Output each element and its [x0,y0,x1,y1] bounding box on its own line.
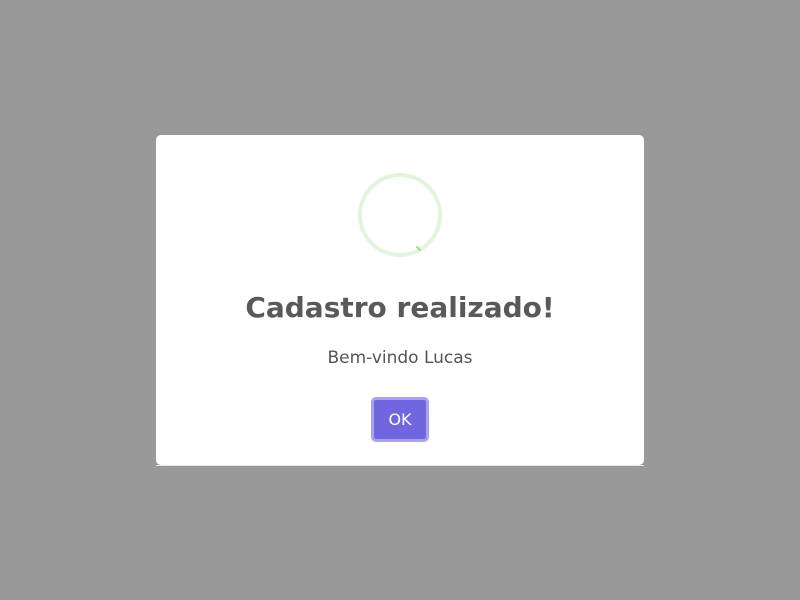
dialog-bottom-divider [156,465,644,466]
dialog-title: Cadastro realizado! [245,291,555,324]
success-dialog: Cadastro realizado! Bem-vindo Lucas OK [156,135,644,466]
success-check-icon [358,173,442,257]
ok-button[interactable]: OK [371,397,429,442]
dialog-message: Bem-vindo Lucas [327,348,473,368]
